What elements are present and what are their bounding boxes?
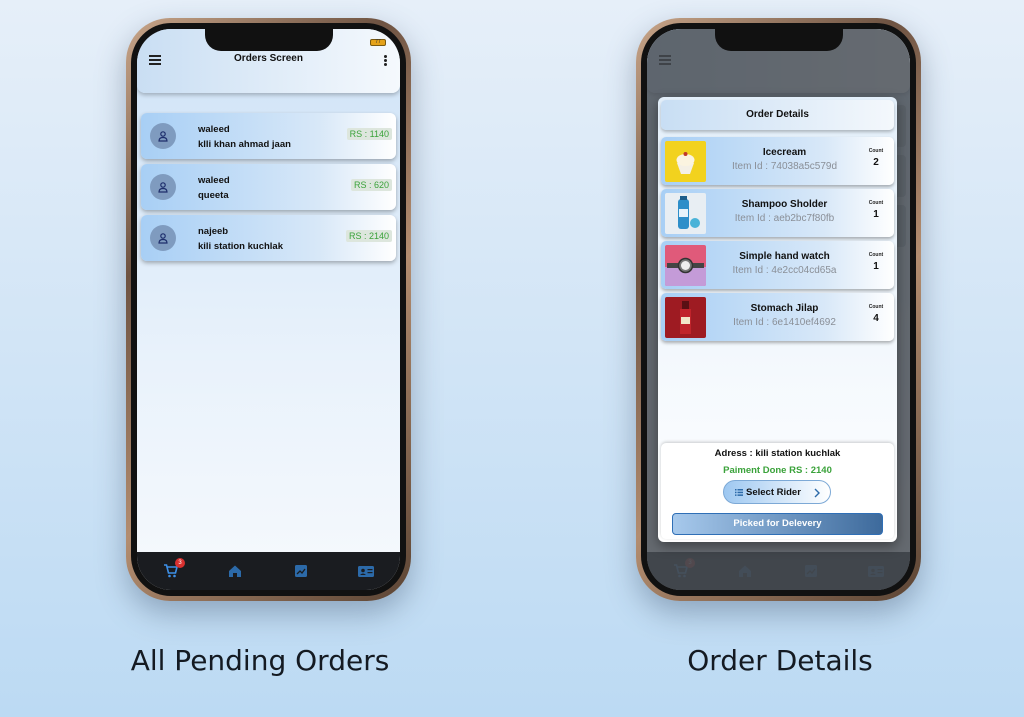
order-details-dialog: Order Details Icecream Item Id : 74038a5… [658, 97, 897, 542]
battery-icon: 77 [370, 39, 386, 46]
avatar [150, 225, 176, 251]
product-image-icecream [665, 141, 706, 182]
page-title: Orders Screen [234, 53, 303, 64]
customer-address: queeta [198, 190, 229, 201]
item-name: Shampoo Sholder [741, 199, 828, 210]
order-price: RS : 620 [350, 179, 392, 191]
home-icon [229, 565, 241, 577]
orders-screen: 77 Orders Screen waleed klli khan ahmad … [137, 29, 400, 590]
count-label: Count [868, 200, 884, 206]
product-image-watch [665, 245, 706, 286]
product-image-jilap [665, 297, 706, 338]
phone-frame-left: 77 Orders Screen waleed klli khan ahmad … [126, 18, 411, 601]
customer-address: kili station kuchlak [198, 241, 283, 252]
customer-address: klli khan ahmad jaan [198, 139, 291, 150]
count-label: Count [868, 304, 884, 310]
customer-name: waleed [198, 124, 230, 135]
item-count: 1 [873, 261, 879, 272]
item-id: Item Id : aeb2bc7f80fb [734, 213, 835, 224]
count-label: Count [868, 148, 884, 154]
select-rider-button[interactable]: Select Rider [723, 480, 831, 504]
dashboard-icon [295, 565, 307, 577]
order-card[interactable]: waleed klli khan ahmad jaan RS : 1140 [141, 113, 396, 159]
count-label: Count [868, 252, 884, 258]
order-card[interactable]: waleed queeta RS : 620 [141, 164, 396, 210]
item-count: 1 [873, 209, 879, 220]
more-options-icon[interactable] [384, 55, 388, 67]
order-item-card[interactable]: Stomach Jilap Item Id : 6e1410ef4692 Cou… [661, 293, 894, 341]
select-rider-label: Select Rider [746, 487, 801, 498]
item-count: 2 [873, 157, 879, 168]
item-count: 4 [873, 313, 879, 324]
notch [714, 29, 843, 51]
person-icon [158, 131, 168, 142]
product-image-shampoo [665, 193, 706, 234]
bottom-nav: 3 [137, 552, 400, 590]
item-id: Item Id : 4e2cc04cd65a [732, 265, 837, 276]
customer-name: najeeb [198, 226, 229, 237]
order-item-card[interactable]: Shampoo Sholder Item Id : aeb2bc7f80fb C… [661, 189, 894, 237]
avatar [150, 174, 176, 200]
nav-cart[interactable]: 3 [163, 558, 185, 579]
picked-for-delivery-button[interactable]: Picked for Delevery [672, 513, 883, 535]
nav-profile-card[interactable] [357, 563, 374, 579]
item-name: Simple hand watch [739, 251, 830, 262]
avatar [150, 123, 176, 149]
customer-name: waleed [198, 175, 230, 186]
nav-home[interactable] [227, 563, 243, 579]
notch [204, 29, 333, 51]
order-price: RS : 2140 [345, 230, 392, 242]
delivery-address: Adress : kili station kuchlak [714, 448, 841, 459]
order-details-screen: Order Details Icecream Item Id : 74038a5… [647, 29, 910, 590]
cart-badge: 3 [175, 558, 185, 568]
dialog-title: Order Details [661, 100, 894, 130]
phone-bezel: 77 Orders Screen waleed klli khan ahmad … [131, 23, 406, 596]
item-name: Icecream [762, 147, 807, 158]
list-icon [735, 489, 743, 496]
caption-left: All Pending Orders [130, 644, 390, 677]
caption-right: Order Details [687, 644, 873, 677]
order-item-card[interactable]: Icecream Item Id : 74038a5c579d Count 2 [661, 137, 894, 185]
order-card[interactable]: najeeb kili station kuchlak RS : 2140 [141, 215, 396, 261]
item-name: Stomach Jilap [750, 303, 819, 314]
item-id: Item Id : 74038a5c579d [731, 161, 838, 172]
order-item-card[interactable]: Simple hand watch Item Id : 4e2cc04cd65a… [661, 241, 894, 289]
nav-dashboard[interactable] [293, 563, 309, 579]
id-card-icon [358, 566, 374, 577]
person-icon [158, 182, 168, 193]
phone-frame-right: Order Details Icecream Item Id : 74038a5… [636, 18, 921, 601]
person-icon [158, 233, 168, 244]
chevron-right-icon [814, 488, 820, 498]
order-price: RS : 1140 [346, 128, 392, 140]
item-id: Item Id : 6e1410ef4692 [733, 317, 836, 328]
order-summary: Adress : kili station kuchlak Paiment Do… [661, 443, 894, 539]
payment-status: Paiment Done RS : 2140 [723, 465, 832, 476]
phone-bezel: Order Details Icecream Item Id : 74038a5… [641, 23, 916, 596]
